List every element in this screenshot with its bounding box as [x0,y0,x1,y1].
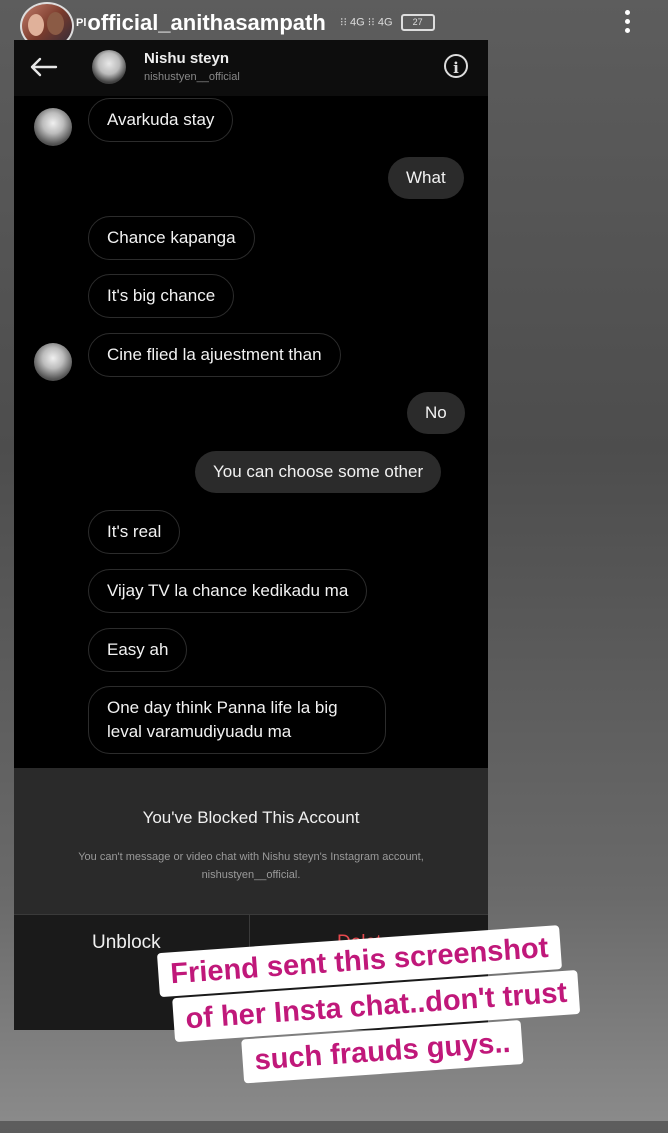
contact-name: Nishu steyn [144,50,230,67]
more-options-icon[interactable] [620,10,634,36]
message-incoming: One day think Panna life la big leval va… [88,686,386,754]
blocked-description: You can't message or video chat with Nis… [78,851,424,881]
blocked-title: You've Blocked This Account [142,808,360,827]
contact-handle: nishustyen__official [144,71,240,83]
message-incoming: Cine flied la ajuestment than [88,333,341,377]
message-outgoing: What [388,157,464,199]
message-incoming: It's real [88,510,181,554]
chat-screenshot: Nishu steyn nishustyen__official i Avark… [14,40,488,1030]
message-incoming: Avarkuda stay [88,98,234,142]
avatar-face [28,14,44,36]
unblock-button[interactable]: Unblock [92,932,161,954]
info-icon[interactable]: i [444,54,468,78]
avatar-face [47,12,64,35]
battery-icon: 27 [400,14,435,31]
message-incoming: Chance kapanga [88,216,255,260]
message-incoming: Easy ah [88,628,188,672]
story-username-prefix: Pl [76,17,87,29]
story-username[interactable]: Plofficial_anithasampath [76,10,326,36]
chat-header: Nishu steyn nishustyen__official i [14,40,488,96]
sender-avatar [34,108,72,146]
story-text-sticker: Friend sent this screenshot of her Insta… [156,901,657,1133]
message-outgoing: You can choose some other [195,451,442,493]
sender-avatar [34,343,72,381]
status-bar: ⁝⁝ 4G ⁝⁝ 4G 27 [340,14,435,31]
message-incoming: It's big chance [88,274,235,318]
story-username-text: official_anithasampath [87,10,326,35]
message-incoming: Vijay TV la chance kedikadu ma [88,569,368,613]
back-arrow-icon[interactable] [28,56,58,78]
network-status-text: ⁝⁝ 4G ⁝⁝ 4G [340,16,393,29]
contact-avatar[interactable] [92,50,126,84]
message-outgoing: No [407,392,465,434]
